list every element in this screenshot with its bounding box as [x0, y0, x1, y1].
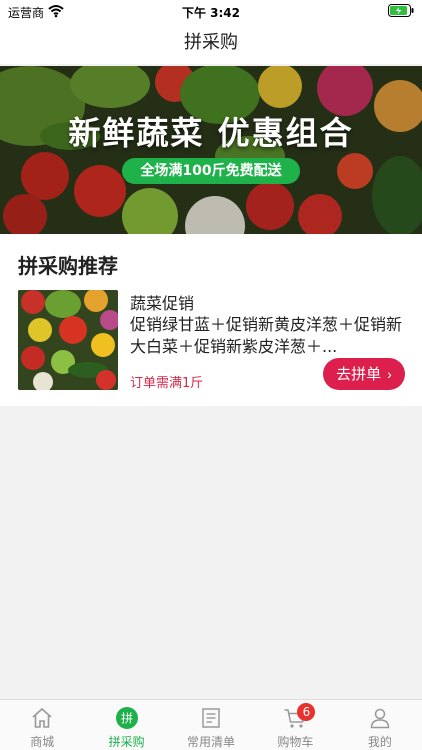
user-icon: [370, 708, 390, 729]
vegetables-thumbnail: [18, 290, 118, 390]
section-title: 拼采购推荐: [18, 254, 118, 278]
clock: 下午 3:42: [181, 6, 241, 20]
page-title: 拼采购: [184, 32, 238, 53]
group-buy-section: 拼采购推荐 蔬菜促销 促销绿甘蓝＋促销新黄皮洋葱＋促销新大白菜＋促销新紫皮洋葱＋…: [0, 234, 422, 406]
join-group-button[interactable]: 去拼单 ›: [323, 358, 405, 390]
tab-mall[interactable]: 商城: [0, 700, 84, 750]
tab-cart[interactable]: 6 购物车: [253, 700, 337, 750]
promo-banner[interactable]: 新鲜蔬菜 优惠组合 全场满100斤免费配送: [0, 66, 422, 234]
pin-icon-text: 拼: [121, 712, 133, 726]
tab-profile-label: 我的: [367, 735, 392, 749]
join-group-label: 去拼单: [336, 366, 382, 383]
tab-mall-label: 商城: [30, 735, 55, 749]
tab-cart-label: 购物车: [277, 735, 314, 749]
banner-subtitle-badge: 全场满100斤免费配送: [122, 158, 300, 184]
product-name: 蔬菜促销: [130, 294, 195, 313]
chevron-right-icon: ›: [387, 366, 392, 382]
battery-icon: [388, 4, 414, 17]
product-description: 促销绿甘蓝＋促销新黄皮洋葱＋促销新大白菜＋促销新紫皮洋葱＋...: [130, 315, 403, 356]
cart-count-badge: 6: [297, 703, 316, 721]
pin-icon: 拼: [115, 707, 138, 729]
order-requirement: 订单需满1斤: [130, 376, 204, 391]
tab-profile[interactable]: 我的: [338, 700, 422, 750]
status-bar: 运营商 下午 3:42: [0, 0, 422, 22]
app-screen: 运营商 下午 3:42 拼采购 新鲜蔬菜 优惠组合 全场满100斤免费配送 拼采…: [0, 0, 422, 750]
tab-group-buy-label: 拼采购: [108, 735, 145, 749]
tab-frequent-list[interactable]: 常用清单: [169, 700, 253, 750]
list-icon: [202, 708, 220, 728]
product-image[interactable]: [18, 290, 118, 390]
navigation-bar: 拼采购: [0, 22, 422, 64]
tab-bar: 商城 拼 拼采购 常用清单 6 购物车 我的: [0, 699, 422, 750]
home-icon: [32, 707, 52, 728]
tab-frequent-list-label: 常用清单: [187, 735, 236, 749]
banner-title: 新鲜蔬菜 优惠组合: [68, 114, 354, 152]
tab-group-buy[interactable]: 拼 拼采购: [84, 700, 168, 750]
